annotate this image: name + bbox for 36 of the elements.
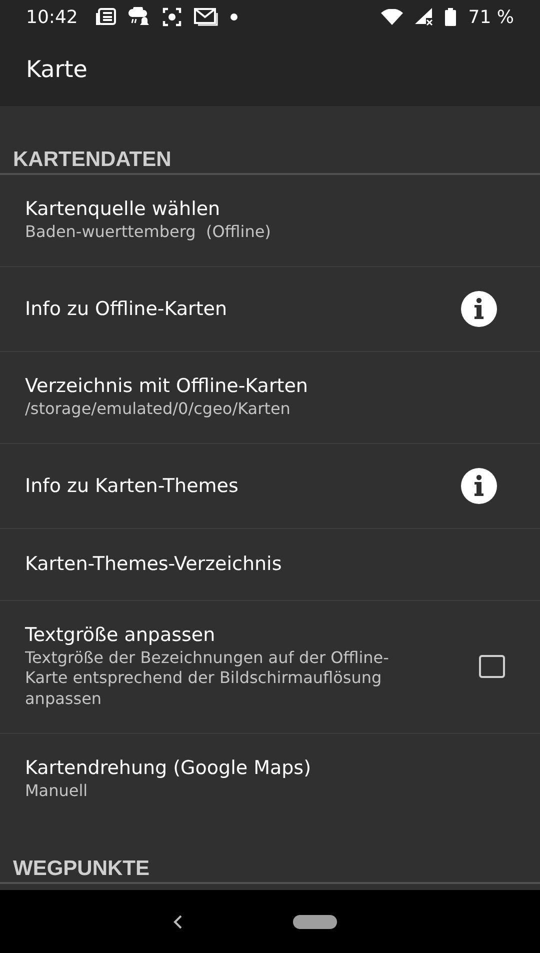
- settings-item[interactable]: Verzeichnis mit Offline-Karten /storage/emulated/0/cgeo/Karten: [0, 350, 540, 443]
- settings-item[interactable]: Kartendrehung (Google Maps) Manuell: [0, 732, 540, 825]
- item-summary: Baden-wuerttemberg (Offline): [25, 222, 272, 243]
- settings-item[interactable]: Textgröße anpassen Textgröße der Bezeichnungen auf der Offline-Karte entsprechend der Bildschirmauflösung anpassen: [0, 600, 540, 733]
- info-icon: [460, 466, 498, 505]
- settings-item[interactable]: Karten-Themes-Verzeichnis: [0, 528, 540, 600]
- settings-item[interactable]: Info zu Offline-Karten: [0, 266, 540, 351]
- item-title: Karten-Themes-Verzeichnis: [25, 553, 283, 576]
- item-title: Kartenquelle wählen: [25, 198, 222, 220]
- scan-icon: [162, 7, 182, 27]
- item-title: Info zu Karten-Themes: [25, 474, 240, 497]
- battery-level: 71 %: [468, 6, 514, 28]
- item-title: Textgröße anpassen: [25, 624, 216, 646]
- item-title: Verzeichnis mit Offline-Karten: [25, 374, 309, 397]
- mail-icon: [194, 8, 218, 26]
- section-header: KARTENDATEN: [12, 148, 172, 173]
- settings-item[interactable]: Info zu Karten-Themes: [0, 442, 540, 528]
- item-title: Info zu Offline-Karten: [25, 298, 228, 320]
- checkbox[interactable]: [479, 655, 505, 678]
- section-header: WEGPUNKTE: [12, 856, 150, 882]
- weather-alert-icon: [128, 7, 150, 27]
- dot-icon: [230, 13, 238, 21]
- clock: 10:42: [26, 6, 78, 28]
- item-summary: Manuell: [25, 780, 89, 802]
- screen-title: Karte: [26, 57, 88, 83]
- news-icon: [96, 8, 116, 26]
- signal-icon: [415, 8, 434, 26]
- settings-item[interactable]: Kartenquelle wählen Baden-wuerttemberg (Offline): [0, 175, 540, 266]
- item-summary: /storage/emulated/0/cgeo/Karten: [25, 398, 292, 420]
- battery-icon: [445, 8, 456, 26]
- back-icon[interactable]: [173, 914, 183, 930]
- info-icon: [460, 290, 498, 328]
- item-summary: Textgröße der Bezeichnungen auf der Offline-Karte entsprechend der Bildschirmauflösung anpassen: [25, 648, 389, 710]
- item-title: Kartendrehung (Google Maps): [25, 756, 312, 779]
- home-button[interactable]: [293, 914, 337, 928]
- wifi-icon: [381, 9, 404, 25]
